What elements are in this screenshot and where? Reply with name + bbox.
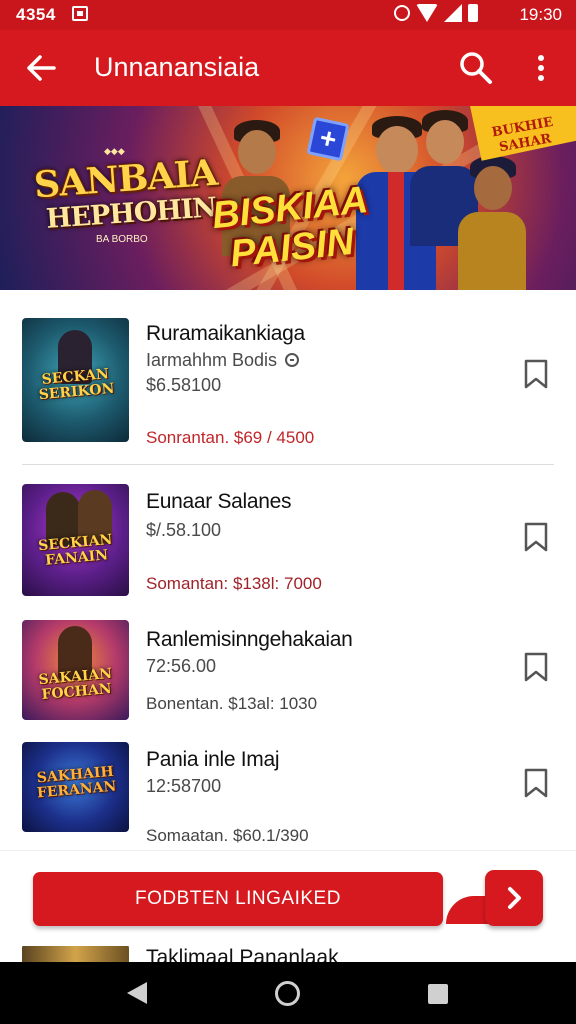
alarm-icon bbox=[394, 5, 410, 21]
item-price: Somantan: $138l: 7000 bbox=[146, 574, 322, 593]
more-vert-icon[interactable] bbox=[530, 52, 552, 84]
item-price: Somaatan. $60.1/390 bbox=[146, 826, 309, 845]
item-value: 72:56.00 bbox=[146, 656, 217, 676]
arrow-left-icon[interactable] bbox=[24, 52, 58, 84]
item-name: Eunaar Salanes bbox=[146, 490, 292, 513]
nav-back-icon[interactable] bbox=[127, 982, 147, 1004]
item-name: Ranlemisinngehakaian bbox=[146, 628, 353, 651]
item-thumbnail-title: SAKAIAN FOCHAN bbox=[37, 665, 113, 704]
item-thumbnail-title: SECKIAN FANAIN bbox=[37, 531, 114, 569]
message-icon bbox=[72, 6, 88, 21]
bookmark-icon[interactable] bbox=[523, 768, 549, 798]
primary-action-button[interactable]: FODBTEN LINGAIKED bbox=[33, 872, 443, 926]
item-thumbnail: SAKAIAN FOCHAN bbox=[22, 620, 129, 720]
game-list: SECKAN SERIKON Ruramaikankiaga Iarmahhm … bbox=[0, 290, 576, 850]
item-thumbnail: SAKHAIH FERANAN bbox=[22, 742, 129, 832]
banner-logo-crest: ◆◆◆ bbox=[104, 146, 125, 156]
item-name: Ruramaikankiaga bbox=[146, 322, 305, 345]
status-bar: 4354 19:30 bbox=[0, 0, 576, 30]
item-thumbnail: SECKAN SERIKON bbox=[22, 318, 129, 442]
nav-recents-icon[interactable] bbox=[428, 984, 448, 1004]
banner-headline: BISKIAA PAISIN bbox=[210, 179, 374, 276]
promo-banner[interactable]: BUKHIE SAHAR ◆◆◆ SANBAIA HEPHOHIN BA BOR… bbox=[0, 106, 576, 290]
item-price: Sonrantan. $69 / 4500 bbox=[146, 428, 315, 447]
next-button[interactable] bbox=[485, 870, 543, 926]
chevron-right-icon bbox=[508, 887, 521, 909]
battery-icon bbox=[468, 4, 478, 22]
item-thumbnail-title: SAKHAIH FERANAN bbox=[36, 763, 117, 802]
system-nav-bar bbox=[0, 962, 576, 1024]
nav-home-icon[interactable] bbox=[275, 981, 300, 1006]
status-icons bbox=[394, 4, 478, 22]
status-time-left: 4354 bbox=[16, 5, 56, 24]
page-title: Unnanansiaia bbox=[94, 52, 260, 82]
info-icon[interactable] bbox=[285, 353, 300, 367]
bookmark-icon[interactable] bbox=[523, 652, 549, 682]
item-value: $6.58100 bbox=[146, 375, 222, 395]
divider bbox=[22, 464, 554, 465]
item-value: 12:58700 bbox=[146, 776, 222, 796]
item-thumbnail bbox=[22, 944, 129, 964]
bookmark-icon[interactable] bbox=[523, 359, 549, 389]
banner-logo-small: BA BORBO bbox=[96, 234, 148, 245]
wifi-icon bbox=[416, 4, 438, 22]
status-time: 19:30 bbox=[519, 5, 562, 24]
gift-cube-icon bbox=[306, 116, 350, 162]
item-value: $/.58.100 bbox=[146, 520, 222, 540]
search-icon[interactable] bbox=[458, 50, 494, 86]
signal-icon bbox=[444, 4, 462, 22]
app-bar: Unnanansiaia bbox=[0, 30, 576, 106]
item-thumbnail-title: SECKAN SERIKON bbox=[38, 366, 116, 404]
item-subtitle: Iarmahhm Bodis bbox=[146, 350, 300, 371]
bookmark-icon[interactable] bbox=[523, 522, 549, 552]
character-figure bbox=[458, 152, 526, 290]
item-price: Bonentan. $13al: 1030 bbox=[146, 694, 318, 713]
item-name: Pania inle Imaj bbox=[146, 748, 280, 771]
item-thumbnail: SECKIAN FANAIN bbox=[22, 484, 129, 596]
